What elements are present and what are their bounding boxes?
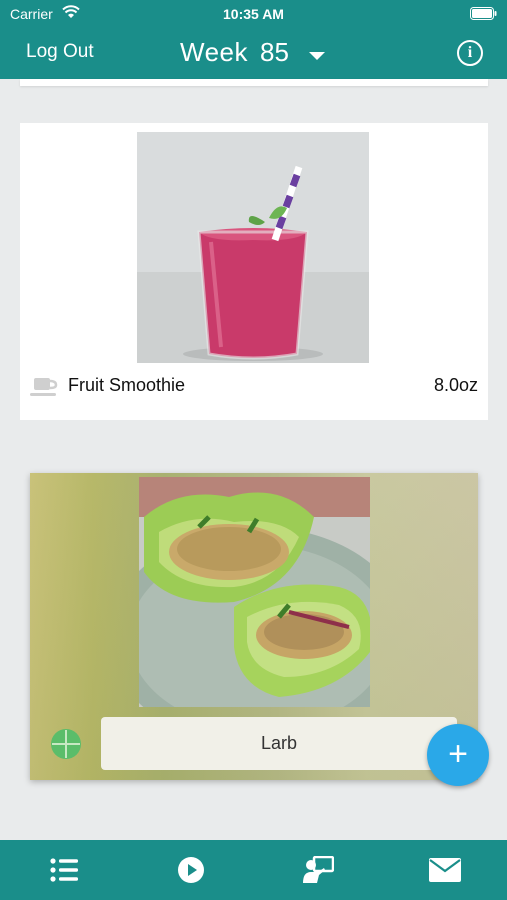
meal-card-smoothie[interactable]: Fruit Smoothie 8.0oz [20, 123, 488, 420]
smoothie-illustration [137, 132, 369, 363]
list-icon [49, 858, 78, 882]
add-meal-button[interactable]: + [427, 724, 489, 786]
presenter-icon [302, 856, 334, 883]
info-icon: i [467, 44, 473, 61]
clock: 10:35 AM [223, 6, 284, 22]
nav-bar: Log Out Week 85 i [0, 28, 507, 79]
tab-play[interactable] [127, 840, 254, 900]
tab-list[interactable] [0, 840, 127, 900]
info-button[interactable]: i [457, 40, 483, 66]
tab-bar [0, 840, 507, 900]
status-bar: Carrier 10:35 AM [0, 0, 507, 28]
tab-presenter[interactable] [254, 840, 381, 900]
larb-photo [139, 477, 370, 707]
meal-name: Fruit Smoothie [68, 375, 186, 395]
tab-messages[interactable] [381, 840, 507, 900]
chevron-down-icon [308, 52, 325, 60]
logout-button[interactable]: Log Out [26, 41, 94, 63]
week-number: 85 [260, 36, 289, 67]
plus-icon: + [448, 735, 468, 773]
mail-icon [428, 858, 461, 882]
week-selector[interactable]: Week 85 [180, 34, 325, 70]
meal-card-larb[interactable]: Larb [30, 473, 478, 780]
plate-icon [51, 729, 81, 759]
meal-name-box: Larb [101, 717, 457, 770]
cup-icon [30, 378, 58, 396]
meal-info-row: Fruit Smoothie 8.0oz [30, 374, 478, 398]
meal-name: Larb [260, 733, 298, 753]
play-icon [177, 857, 204, 883]
larb-illustration [139, 477, 370, 707]
previous-meal-card-edge [20, 79, 488, 86]
smoothie-photo [137, 132, 369, 363]
battery-icon [470, 7, 497, 20]
week-label: Week [180, 36, 248, 67]
meal-amount: 8.0oz [433, 375, 478, 395]
